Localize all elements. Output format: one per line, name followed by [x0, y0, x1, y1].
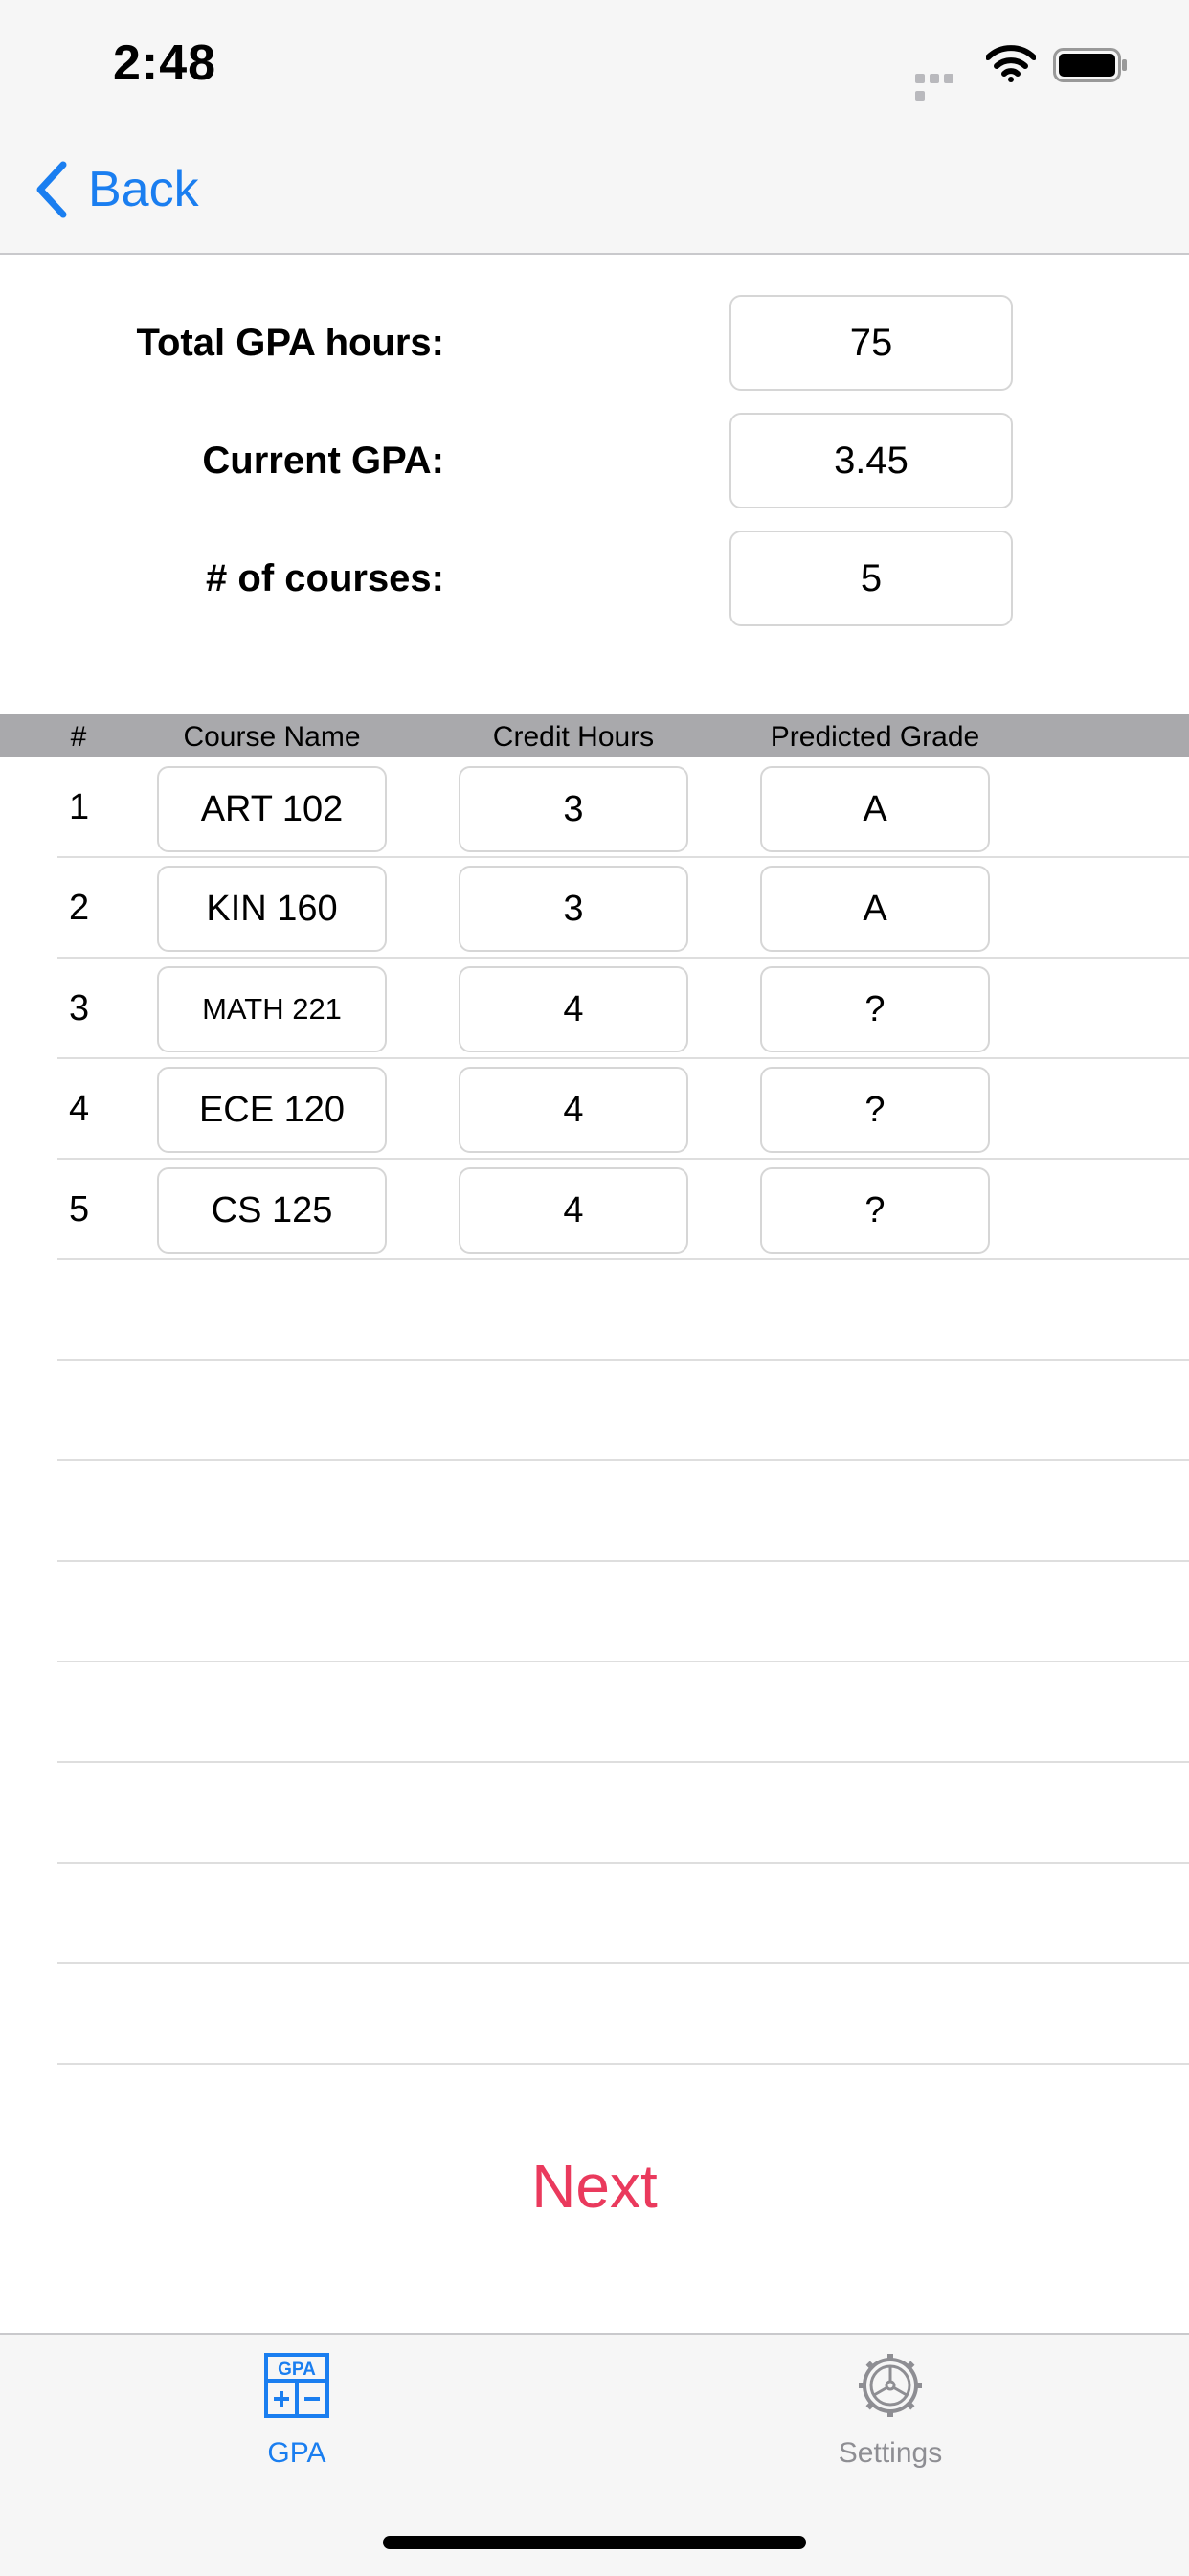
row-number: 2	[69, 888, 90, 928]
row-divider	[57, 1962, 1189, 1964]
num-courses-label: # of courses:	[206, 557, 444, 599]
predicted-grade-field[interactable]: A	[760, 766, 990, 852]
column-header-number: #	[70, 721, 87, 753]
row-divider	[57, 856, 1189, 858]
course-name-field[interactable]: MATH 221	[157, 966, 387, 1052]
row-divider	[57, 1158, 1189, 1160]
row-divider	[57, 1258, 1189, 1260]
predicted-grade-field[interactable]: ?	[760, 966, 990, 1052]
back-label: Back	[88, 162, 199, 217]
row-divider	[57, 1560, 1189, 1562]
wifi-icon	[986, 45, 1036, 82]
predicted-grade-field[interactable]: A	[760, 866, 990, 952]
row-number: 4	[69, 1089, 90, 1129]
chevron-left-icon	[36, 161, 67, 218]
row-divider	[57, 2063, 1189, 2065]
cellular-signal-icon	[915, 71, 971, 101]
battery-icon	[1053, 48, 1127, 82]
credit-hours-field[interactable]: 3	[459, 866, 688, 952]
home-indicator	[383, 2536, 806, 2549]
credit-hours-field[interactable]: 3	[459, 766, 688, 852]
row-divider	[57, 1862, 1189, 1864]
row-divider	[57, 1359, 1189, 1361]
course-name-field[interactable]: ECE 120	[157, 1067, 387, 1153]
row-number: 3	[69, 988, 90, 1028]
course-name-field[interactable]: ART 102	[157, 766, 387, 852]
column-header-predicted-grade: Predicted Grade	[770, 721, 980, 753]
credit-hours-field[interactable]: 4	[459, 1067, 688, 1153]
row-divider	[57, 1057, 1189, 1059]
row-number: 1	[69, 787, 90, 827]
next-button[interactable]: Next	[0, 2151, 1189, 2222]
course-name-field[interactable]: CS 125	[157, 1167, 387, 1254]
tab-gpa-label: GPA	[267, 2437, 326, 2469]
row-divider	[57, 1761, 1189, 1763]
calculator-icon: GPA	[264, 2353, 329, 2418]
row-divider	[57, 1459, 1189, 1461]
current-gpa-field[interactable]: 3.45	[729, 413, 1013, 508]
column-header-credit-hours: Credit Hours	[492, 721, 655, 753]
gpa-icon-text: GPA	[278, 2360, 316, 2380]
total-hours-label: Total GPA hours:	[136, 322, 444, 364]
total-hours-field[interactable]: 75	[729, 295, 1013, 391]
num-courses-field[interactable]: 5	[729, 531, 1013, 626]
credit-hours-field[interactable]: 4	[459, 1167, 688, 1254]
credit-hours-field[interactable]: 4	[459, 966, 688, 1052]
tab-settings-label: Settings	[838, 2437, 943, 2469]
row-number: 5	[69, 1189, 90, 1230]
tab-gpa[interactable]: GPA GPA	[172, 2352, 421, 2470]
status-time: 2:48	[113, 35, 217, 91]
row-divider	[57, 1661, 1189, 1662]
back-button[interactable]: Back	[33, 153, 199, 226]
column-header-course-name: Course Name	[183, 721, 361, 753]
predicted-grade-field[interactable]: ?	[760, 1067, 990, 1153]
tab-settings[interactable]: Settings	[766, 2352, 1015, 2470]
course-name-field[interactable]: KIN 160	[157, 866, 387, 952]
predicted-grade-field[interactable]: ?	[760, 1167, 990, 1254]
row-divider	[57, 957, 1189, 959]
current-gpa-label: Current GPA:	[202, 440, 444, 482]
gear-icon	[859, 2354, 922, 2417]
